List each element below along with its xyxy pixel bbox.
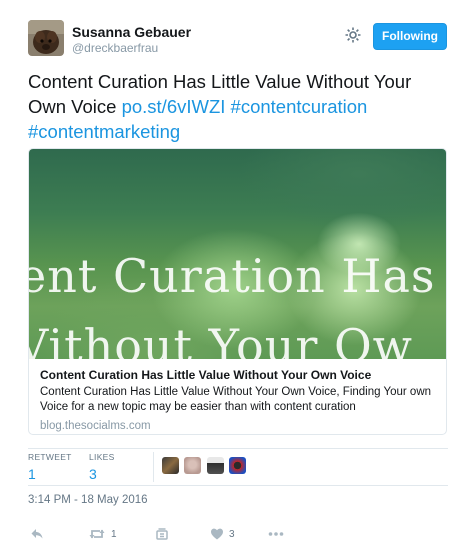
liker-avatar[interactable] — [207, 457, 224, 474]
divider — [28, 448, 448, 449]
tweet-text: Content Curation Has Little Value Withou… — [28, 69, 448, 144]
card-body: Content Curation Has Little Value Withou… — [40, 367, 440, 432]
timestamp[interactable]: 3:14 PM - 18 May 2016 — [28, 494, 148, 506]
user-name[interactable]: Susanna Gebauer — [72, 24, 191, 40]
tweet-header: Susanna Gebauer @dreckbaerfrau Following — [28, 20, 448, 60]
link-card[interactable]: ent Curation Has Vithout Your Ow Content… — [28, 148, 447, 435]
card-image-text-line2: Vithout Your Ow — [29, 319, 414, 359]
liker-avatar[interactable] — [184, 457, 201, 474]
retweet-stat[interactable]: RETWEET 1 — [28, 452, 72, 482]
hashtag-contentcuration[interactable]: #contentcuration — [231, 96, 368, 117]
divider — [28, 485, 448, 486]
retweet-stat-label: RETWEET — [28, 452, 72, 462]
following-button[interactable]: Following — [373, 23, 447, 50]
hashtag-contentmarketing[interactable]: #contentmarketing — [28, 121, 180, 142]
like-count: 3 — [229, 529, 235, 540]
user-handle[interactable]: @dreckbaerfrau — [72, 41, 158, 55]
avatar[interactable] — [28, 20, 64, 56]
card-image-text-line1: ent Curation Has — [29, 249, 436, 303]
tweet-actions: 1 3 — [28, 526, 328, 544]
likes-stat[interactable]: LIKES 3 — [89, 452, 115, 482]
reply-icon — [31, 529, 43, 539]
like-button[interactable]: 3 — [210, 526, 246, 544]
liker-avatar[interactable] — [229, 457, 246, 474]
tweet-link[interactable]: po.st/6vIWZI — [122, 96, 226, 117]
stats-divider — [153, 452, 154, 482]
card-image[interactable]: ent Curation Has Vithout Your Ow — [29, 149, 446, 359]
card-domain: blog.thesocialms.com — [40, 420, 151, 432]
gear-icon[interactable] — [344, 26, 362, 44]
liker-avatar[interactable] — [162, 457, 179, 474]
card-description: Content Curation Has Little Value Withou… — [40, 386, 432, 413]
stack-icon — [156, 528, 168, 540]
more-icon — [268, 532, 284, 536]
card-title[interactable]: Content Curation Has Little Value Withou… — [40, 367, 440, 383]
heart-icon — [211, 528, 223, 540]
retweet-count: 1 — [111, 529, 117, 540]
retweet-stat-value[interactable]: 1 — [28, 466, 72, 482]
likes-stat-value[interactable]: 3 — [89, 466, 115, 482]
likes-stat-label: LIKES — [89, 452, 115, 462]
retweet-icon — [89, 529, 105, 539]
retweet-button[interactable]: 1 — [88, 526, 128, 544]
